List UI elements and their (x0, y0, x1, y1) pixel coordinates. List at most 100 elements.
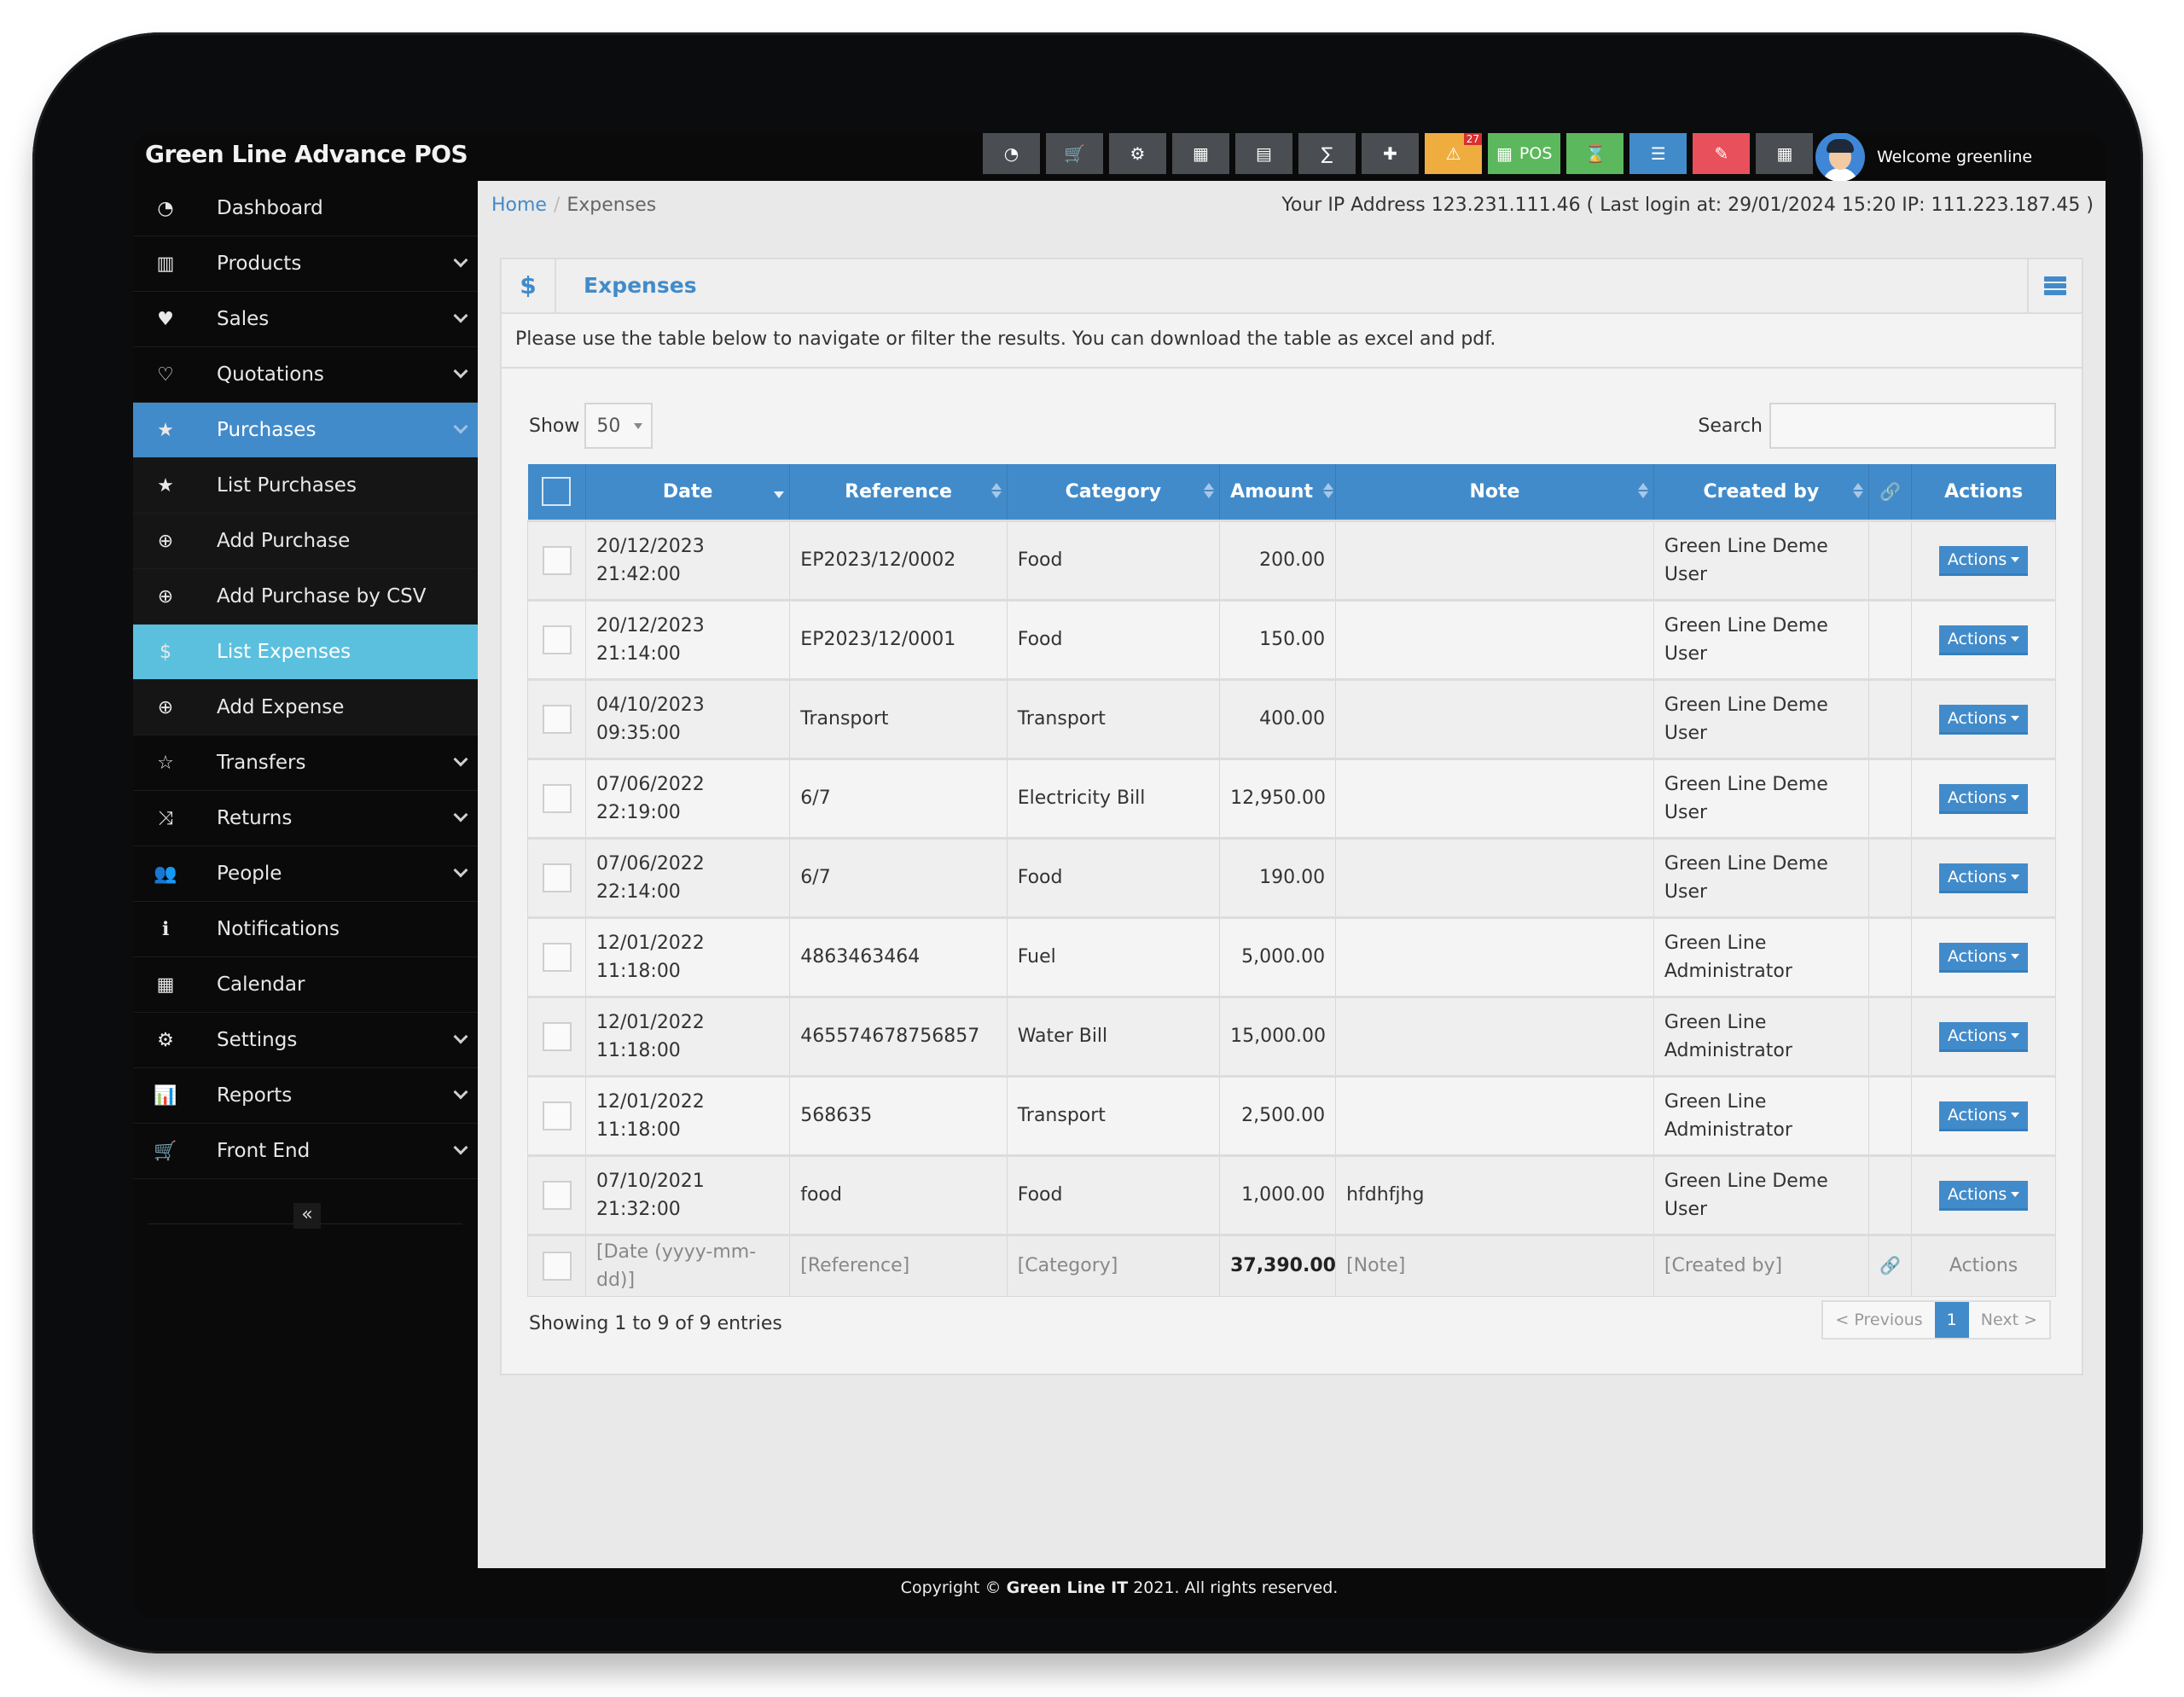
pos-icon: ▦ (1496, 143, 1513, 164)
sidebar-item-notifications[interactable]: ℹ Notifications (133, 902, 478, 957)
row-checkbox[interactable] (542, 1101, 572, 1130)
user-menu[interactable]: Welcome greenline (1815, 133, 2032, 182)
hourglass-button[interactable]: ⌛ (1566, 133, 1624, 174)
filter-reference[interactable]: [Reference] (789, 1233, 1008, 1297)
row-actions-button[interactable]: Actions (1938, 545, 2029, 576)
avatar[interactable] (1815, 133, 1865, 182)
footer-company: Green Line IT (1006, 1578, 1129, 1597)
filter-date[interactable]: [Date (yyyy-mm-dd)] (584, 1233, 791, 1297)
sidebar-item-dashboard[interactable]: ◔ Dashboard (133, 181, 478, 236)
sidebar-item-calendar[interactable]: ▦ Calendar (133, 957, 478, 1013)
list-button[interactable]: ☰ (1629, 133, 1687, 174)
footer-checkbox[interactable] (542, 1251, 572, 1281)
pagination: < Previous 1 Next > (1821, 1300, 2051, 1340)
next-page-button[interactable]: Next > (1968, 1302, 2049, 1338)
settings-button[interactable]: ⚙ (1109, 133, 1166, 174)
sidebar-item-reports[interactable]: 📊 Reports (133, 1068, 478, 1124)
sidebar-item-transfers[interactable]: ☆ Transfers (133, 735, 478, 791)
row-checkbox[interactable] (542, 704, 572, 734)
sidebar-item-quotations[interactable]: ♡ Quotations (133, 347, 478, 403)
sidebar-item-add-expense[interactable]: ⊕ Add Expense (133, 680, 478, 735)
welcome-text[interactable]: Welcome greenline (1877, 148, 2032, 166)
sidebar-item-list-expenses[interactable]: $ List Expenses (133, 625, 478, 680)
cart-icon: 🛒 (1064, 143, 1085, 164)
dashboard-button[interactable]: ◔ (983, 133, 1040, 174)
calendar-button[interactable]: ▤ (1235, 133, 1292, 174)
eraser-button[interactable]: ✎ (1693, 133, 1751, 174)
uk-flag-button[interactable]: ✚ (1362, 133, 1419, 174)
column-header-category[interactable]: Category (1007, 464, 1221, 520)
row-actions-button[interactable]: Actions (1938, 783, 2029, 814)
sidebar-item-list-purchases[interactable]: ★ List Purchases (133, 458, 478, 514)
table-row[interactable]: 04/10/2023 09:35:00 Transport Transport 400… (527, 677, 2056, 759)
row-actions-button[interactable]: Actions (1938, 942, 2029, 973)
cell-category: Food (1006, 598, 1221, 680)
app-title[interactable]: Green Line Advance POS (145, 140, 468, 168)
previous-page-button[interactable]: < Previous (1823, 1302, 1935, 1338)
row-checkbox[interactable] (542, 625, 572, 654)
cell-amount: 1,000.00 (1219, 1154, 1337, 1235)
notifications-icon: ℹ (161, 918, 170, 940)
filter-note[interactable]: [Note] (1335, 1233, 1654, 1297)
panel-intro: Please use the table below to navigate o… (502, 314, 2082, 369)
sidebar-item-front-end[interactable]: 🛒 Front End (133, 1124, 478, 1179)
row-checkbox[interactable] (542, 783, 572, 813)
row-checkbox[interactable] (542, 1021, 572, 1051)
hourglass-icon: ⌛ (1584, 143, 1606, 164)
filter-category[interactable]: [Category] (1006, 1233, 1221, 1297)
table-row[interactable]: 07/06/2022 22:14:00 6/7 Food 190.00 Green Li… (527, 836, 2056, 918)
grid-icon: ▦ (1776, 143, 1793, 164)
breadcrumb-home-link[interactable]: Home (491, 195, 547, 216)
panel-tools-button[interactable] (2027, 259, 2082, 312)
row-actions-button[interactable]: Actions (1938, 625, 2029, 655)
row-checkbox[interactable] (542, 942, 572, 972)
table-row[interactable]: 20/12/2023 21:14:00 EP2023/12/0001 Food 150… (527, 598, 2056, 680)
sidebar-item-people[interactable]: 👥 People (133, 846, 478, 902)
sidebar-item-add-purchase-csv[interactable]: ⊕ Add Purchase by CSV (133, 569, 478, 625)
sidebar-item-settings[interactable]: ⚙ Settings (133, 1013, 478, 1068)
chevron-down-icon (453, 419, 468, 434)
row-actions-button[interactable]: Actions (1938, 1101, 2029, 1131)
sidebar-item-label: Add Purchase by CSV (217, 585, 427, 607)
sidebar-item-purchases[interactable]: ★ Purchases (133, 403, 478, 458)
row-checkbox[interactable] (542, 1180, 572, 1210)
row-actions-button[interactable]: Actions (1938, 863, 2029, 893)
grid-button[interactable]: ▦ (1756, 133, 1814, 174)
row-checkbox[interactable] (542, 545, 572, 575)
panel-header: $ Expenses (502, 259, 2082, 314)
table-row[interactable]: 12/01/2022 11:18:00 4863463464 Fuel 5,000.0… (527, 915, 2056, 997)
sidebar-item-sales[interactable]: ♥ Sales (133, 292, 478, 347)
cell-date: 20/12/2023 21:42:00 (584, 519, 791, 601)
search-input[interactable] (1769, 403, 2056, 449)
row-actions-button[interactable]: Actions (1938, 704, 2029, 735)
sidebar-item-returns[interactable]: ⤨ Returns (133, 791, 478, 846)
column-header-amount[interactable]: Amount (1219, 464, 1337, 520)
warning-button[interactable]: ⚠ 27 (1425, 133, 1482, 174)
table-row[interactable]: 07/06/2022 22:19:00 6/7 Electricity Bill 12… (527, 757, 2056, 839)
table-row[interactable]: 07/10/2021 21:32:00 food Food 1,000.00 hfdhf… (527, 1154, 2056, 1235)
row-actions-button[interactable]: Actions (1938, 1180, 2029, 1211)
filter-created-by[interactable]: [Created by] (1653, 1233, 1869, 1297)
cart-button[interactable]: 🛒 (1046, 133, 1103, 174)
page-1-button[interactable]: 1 (1934, 1302, 1969, 1338)
row-checkbox[interactable] (542, 863, 572, 892)
column-header-note[interactable]: Note (1335, 464, 1654, 520)
collapse-sidebar-button[interactable]: « (293, 1203, 321, 1229)
css3-button[interactable]: ∑ (1298, 133, 1356, 174)
column-header-date[interactable]: Date (585, 464, 791, 520)
warning-icon: ⚠ (1445, 143, 1461, 164)
sidebar-item-add-purchase[interactable]: ⊕ Add Purchase (133, 514, 478, 569)
pos-button[interactable]: ▦ POS (1488, 133, 1561, 174)
page-length-select[interactable]: 50 (584, 403, 653, 449)
add-purchase-csv-icon: ⊕ (157, 585, 174, 607)
sidebar-item-products[interactable]: ▥ Products (133, 236, 478, 292)
table-row[interactable]: 12/01/2022 11:18:00 465574678756857 Water … (527, 995, 2056, 1077)
show-label: Show (529, 415, 580, 437)
table-row[interactable]: 12/01/2022 11:18:00 568635 Transport 2,500.… (527, 1074, 2056, 1156)
calculator-button[interactable]: ▦ (1172, 133, 1229, 174)
column-header-reference[interactable]: Reference (789, 464, 1008, 520)
row-actions-button[interactable]: Actions (1938, 1021, 2029, 1052)
select-all-checkbox[interactable] (542, 477, 572, 507)
column-header-created-by[interactable]: Created by (1653, 464, 1869, 520)
table-row[interactable]: 20/12/2023 21:42:00 EP2023/12/0002 Food 200… (527, 519, 2056, 601)
